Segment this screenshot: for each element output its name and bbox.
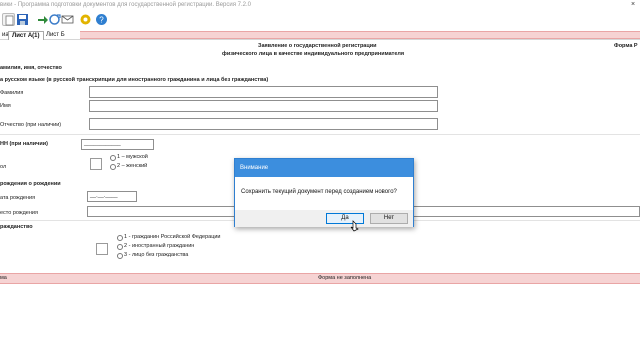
- gender-female-radio[interactable]: [110, 164, 116, 170]
- citizenship-foreign-radio[interactable]: [117, 244, 123, 250]
- birth-date-label: ата рождения: [0, 195, 36, 201]
- mail-icon[interactable]: [61, 13, 74, 26]
- tab-list-b[interactable]: Лист Б: [43, 31, 68, 40]
- confirm-dialog: Внимание Сохранить текущий документ пере…: [234, 158, 414, 227]
- tab-list-a1[interactable]: Лист А(1): [8, 31, 44, 40]
- inn-value: ____________: [84, 141, 121, 147]
- export-icon[interactable]: [48, 13, 61, 26]
- section-name-heading: амилия, имя, отчество: [0, 65, 62, 71]
- patronymic-label: Отчество (при наличии): [0, 122, 62, 128]
- divider: [0, 134, 640, 135]
- form-code: Форма Р: [614, 43, 638, 49]
- citizenship-foreign-label: 2 - иностранный гражданин: [124, 243, 195, 249]
- inn-input[interactable]: ____________: [81, 139, 154, 150]
- tab-label: Лист А(1): [12, 33, 40, 39]
- close-icon[interactable]: ×: [630, 1, 636, 9]
- lower-blank-area: [0, 284, 640, 360]
- section-name-subheading: а русском языке (в русской транскрипции …: [0, 77, 269, 83]
- status-left: ма: [0, 275, 7, 281]
- status-message: Форма не заполнена: [318, 275, 372, 281]
- citizenship-code-box[interactable]: [96, 243, 108, 255]
- birth-date-input[interactable]: __.__.____: [87, 191, 137, 202]
- help-icon[interactable]: ?: [95, 13, 108, 26]
- gender-label: ол: [0, 164, 7, 170]
- gender-male-label: 1 – мужской: [117, 154, 148, 160]
- form-title-line1: Заявление о государственной регистрации: [258, 43, 377, 49]
- settings-icon[interactable]: [79, 13, 92, 26]
- svg-text:?: ?: [99, 16, 104, 25]
- toolbar: ?: [0, 10, 640, 31]
- citizenship-rf-radio[interactable]: [117, 235, 123, 241]
- inn-label: НН (при наличии): [0, 141, 48, 147]
- citizenship-stateless-label: 3 - лицо без гражданства: [124, 252, 189, 258]
- gender-code-box[interactable]: [90, 158, 102, 170]
- birth-date-value: __.__.____: [90, 193, 118, 199]
- birth-place-label: есто рождения: [0, 210, 38, 216]
- firstname-label: Имя: [0, 103, 11, 109]
- citizenship-stateless-radio[interactable]: [117, 253, 123, 259]
- new-icon[interactable]: [2, 13, 15, 26]
- window-title: вики - Программа подготовки документов д…: [0, 2, 251, 8]
- citizenship-heading: ражданство: [0, 224, 33, 230]
- birth-heading: рождения о рождении: [0, 181, 61, 187]
- status-bar: ма Форма не заполнена: [0, 273, 640, 284]
- dialog-button-row: Да Нет: [235, 210, 413, 227]
- citizenship-rf-label: 1 - гражданин Российской Федерации: [124, 234, 221, 240]
- firstname-input[interactable]: [89, 100, 438, 112]
- window-titlebar: вики - Программа подготовки документов д…: [0, 0, 640, 10]
- dialog-title: Внимание: [235, 159, 413, 177]
- tab-label: Лист Б: [46, 32, 65, 38]
- surname-input[interactable]: [89, 86, 438, 98]
- form-title-line2: физического лица в качестве индивидуальн…: [222, 51, 405, 57]
- gender-male-radio[interactable]: [110, 155, 116, 161]
- save-icon[interactable]: [16, 13, 29, 26]
- no-button[interactable]: Нет: [370, 213, 408, 224]
- form-area: Заявление о государственной регистрации …: [0, 40, 640, 273]
- surname-label: Фамилия: [0, 90, 24, 96]
- dialog-message: Сохранить текущий документ перед создани…: [241, 189, 397, 195]
- top-pink-bar: [80, 31, 640, 39]
- patronymic-input[interactable]: [89, 118, 438, 130]
- gender-female-label: 2 – женский: [117, 163, 148, 169]
